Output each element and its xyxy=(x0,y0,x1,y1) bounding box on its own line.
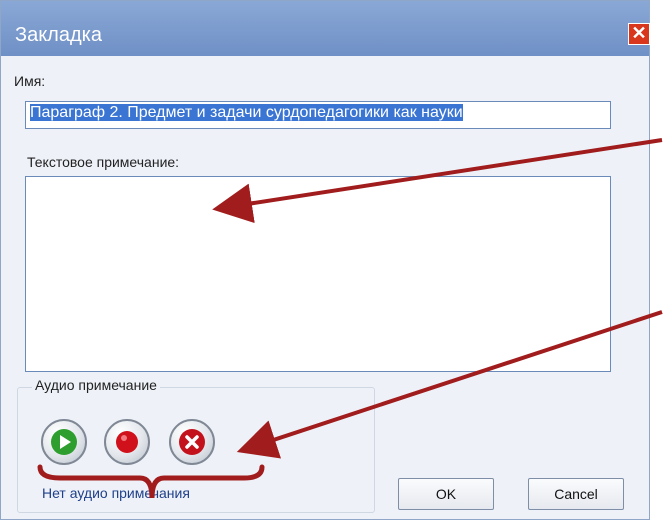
dialog-title: Закладка xyxy=(15,24,102,46)
text-note-textarea[interactable] xyxy=(25,176,611,372)
ok-button[interactable]: OK xyxy=(398,478,494,510)
record-icon xyxy=(116,431,138,453)
close-icon: ✕ xyxy=(631,23,647,43)
name-input[interactable]: Параграф 2. Предмет и задачи сурдопедаго… xyxy=(25,101,611,129)
text-note-label: Текстовое примечание: xyxy=(27,154,180,170)
title-bar: Закладка ✕ xyxy=(1,1,650,56)
name-label: Имя: xyxy=(14,73,46,89)
record-button[interactable] xyxy=(104,419,150,465)
cancel-button[interactable]: Cancel xyxy=(528,478,624,510)
delete-icon xyxy=(179,429,205,455)
close-button[interactable]: ✕ xyxy=(628,23,650,45)
audio-note-group-label: Аудио примечание xyxy=(32,377,160,393)
bookmark-dialog: Закладка ✕ Имя: Параграф 2. Предмет и за… xyxy=(0,0,650,520)
name-input-value: Параграф 2. Предмет и задачи сурдопедаго… xyxy=(30,104,463,121)
play-icon xyxy=(51,429,77,455)
delete-audio-button[interactable] xyxy=(169,419,215,465)
audio-status-text: Нет аудио примечания xyxy=(42,485,190,501)
play-button[interactable] xyxy=(41,419,87,465)
